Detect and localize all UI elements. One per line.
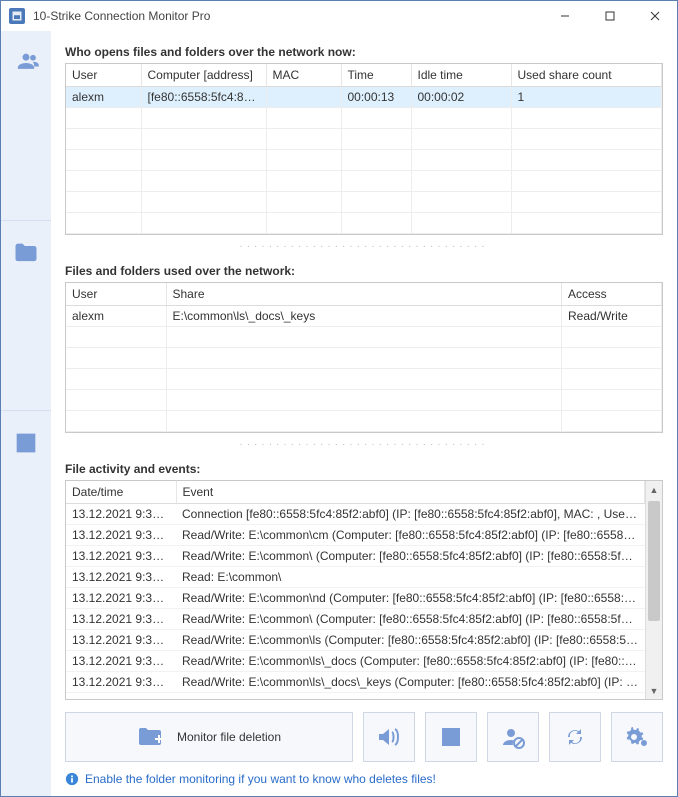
block-user-button[interactable]: [487, 712, 539, 762]
scroll-thumb[interactable]: [648, 501, 660, 621]
column-header[interactable]: User: [66, 283, 166, 306]
table-row[interactable]: alexm[fe80::6558:5fc4:85f2…00:00:1300:00…: [66, 87, 662, 108]
log-icon: [12, 429, 40, 457]
refresh-icon: [563, 725, 587, 749]
events-section-title: File activity and events:: [65, 462, 663, 476]
folder-icon: [12, 239, 40, 267]
divider: ··································: [65, 241, 663, 252]
app-icon: [9, 8, 25, 24]
table-row[interactable]: [66, 108, 662, 129]
scroll-down-icon[interactable]: ▼: [646, 682, 662, 699]
table-row[interactable]: [66, 150, 662, 171]
table-row[interactable]: 13.12.2021 9:33:52Read/Write: E:\common\…: [66, 672, 645, 693]
users-section-title: Who opens files and folders over the net…: [65, 45, 663, 59]
refresh-button[interactable]: [549, 712, 601, 762]
table-row[interactable]: [66, 129, 662, 150]
sidebar-tab-users[interactable]: [1, 31, 51, 221]
sidebar-tab-folders[interactable]: [1, 221, 51, 411]
table-row[interactable]: 13.12.2021 9:33:51Read/Write: E:\common\…: [66, 651, 645, 672]
table-row[interactable]: 13.12.2021 9:33:48Read/Write: E:\common\…: [66, 588, 645, 609]
table-row[interactable]: [66, 390, 662, 411]
scroll-up-icon[interactable]: ▲: [646, 481, 662, 498]
app-window: 10-Strike Connection Monitor Pro Who ope…: [0, 0, 678, 797]
sidebar-tab-log[interactable]: [1, 411, 51, 796]
info-text: Enable the folder monitoring if you want…: [85, 772, 436, 786]
log-button[interactable]: [425, 712, 477, 762]
column-header[interactable]: Date/time: [66, 481, 176, 504]
column-header[interactable]: Access: [562, 283, 662, 306]
table-row[interactable]: [66, 192, 662, 213]
speaker-icon: [376, 725, 402, 749]
table-row[interactable]: [66, 171, 662, 192]
column-header[interactable]: Computer [address]: [141, 64, 266, 87]
monitor-file-deletion-button[interactable]: Monitor file deletion: [65, 712, 353, 762]
events-scrollbar[interactable]: ▲ ▼: [645, 481, 662, 699]
user-block-icon: [501, 725, 525, 749]
table-row[interactable]: 13.12.2021 9:33:45Read/Write: E:\common\…: [66, 546, 645, 567]
table-row[interactable]: 13.12.2021 9:33:49Read/Write: E:\common\…: [66, 609, 645, 630]
table-row[interactable]: alexmE:\common\ls\_docs\_keysRead/Write: [66, 306, 662, 327]
divider: ··································: [65, 439, 663, 450]
gears-icon: [624, 725, 650, 749]
bottom-toolbar: Monitor file deletion: [65, 712, 663, 762]
users-icon: [12, 49, 40, 77]
column-header[interactable]: Share: [166, 283, 562, 306]
table-row[interactable]: [66, 327, 662, 348]
users-table[interactable]: UserComputer [address]MACTimeIdle timeUs…: [65, 63, 663, 235]
info-icon: [65, 772, 79, 786]
table-row[interactable]: 13.12.2021 9:33:47Read: E:\common\: [66, 567, 645, 588]
table-row[interactable]: 13.12.2021 9:33:42Connection [fe80::6558…: [66, 504, 645, 525]
files-section-title: Files and folders used over the network:: [65, 264, 663, 278]
monitor-button-label: Monitor file deletion: [177, 730, 281, 744]
app-title: 10-Strike Connection Monitor Pro: [33, 9, 542, 23]
column-header[interactable]: User: [66, 64, 141, 87]
files-table[interactable]: UserShareAccess alexmE:\common\ls\_docs\…: [65, 282, 663, 433]
folder-plus-icon: [137, 725, 165, 749]
settings-button[interactable]: [611, 712, 663, 762]
column-header[interactable]: Event: [176, 481, 645, 504]
table-row[interactable]: [66, 213, 662, 234]
info-tip: Enable the folder monitoring if you want…: [65, 772, 663, 786]
titlebar: 10-Strike Connection Monitor Pro: [1, 1, 677, 31]
maximize-button[interactable]: [587, 1, 632, 31]
events-table[interactable]: Date/timeEvent 13.12.2021 9:33:42Connect…: [65, 480, 663, 700]
column-header[interactable]: Time: [341, 64, 411, 87]
close-button[interactable]: [632, 1, 677, 31]
table-row[interactable]: [66, 348, 662, 369]
minimize-button[interactable]: [542, 1, 587, 31]
column-header[interactable]: Used share count: [511, 64, 662, 87]
sidebar: [1, 31, 51, 796]
column-header[interactable]: MAC: [266, 64, 341, 87]
column-header[interactable]: Idle time: [411, 64, 511, 87]
table-row[interactable]: 13.12.2021 9:33:50Read/Write: E:\common\…: [66, 630, 645, 651]
table-row[interactable]: [66, 411, 662, 432]
list-icon: [440, 726, 462, 748]
sound-button[interactable]: [363, 712, 415, 762]
table-row[interactable]: 13.12.2021 9:33:42Read/Write: E:\common\…: [66, 525, 645, 546]
table-row[interactable]: [66, 369, 662, 390]
main-panel: Who opens files and folders over the net…: [51, 31, 677, 796]
